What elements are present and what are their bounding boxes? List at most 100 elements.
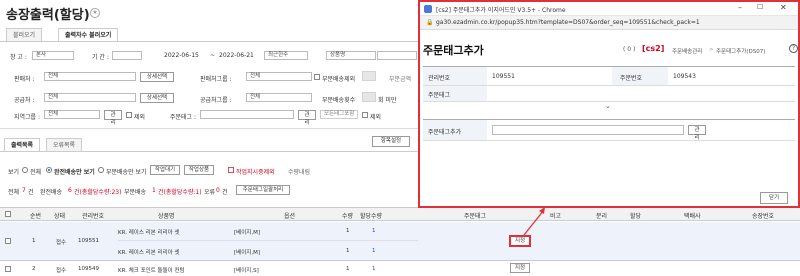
row-alloc-qty: 1 [372,266,376,272]
row-product-name: KR. 레이스 리본 리리아 셋 [118,230,180,236]
view-full-ship-radio[interactable] [46,167,52,173]
summary-full-ship-detail: 건(총할당수량:23) [74,189,122,196]
date-to[interactable]: 2022-06-21 [219,52,254,59]
item-settings-button[interactable]: 항목설정 [372,136,410,147]
row-checkbox[interactable] [5,238,11,244]
filter-divider [0,128,420,129]
row-divider [0,260,800,261]
row-option: [베이지,S] [234,268,259,274]
region-exclude-checkbox[interactable] [126,112,132,118]
popup-url: ga30.ezadmin.co.kr/popup35.htm?template=… [436,19,700,26]
th-order-tag: 주문태그 [464,213,487,220]
qty-order-select[interactable]: 수량내림 [288,167,310,176]
row-alloc-qty: 1 [372,248,376,254]
order-tag-input[interactable] [200,110,294,119]
region-manage-button[interactable]: 관리 [104,110,122,126]
work-pending-button[interactable]: 작업대기 [150,165,180,175]
minimize-icon[interactable]: – [738,3,742,12]
period-preset-select[interactable]: 최근한주 [264,51,308,60]
period-type-select[interactable] [112,51,142,60]
row-checkbox[interactable] [5,266,11,272]
summary-total-unit: 건 [28,189,34,196]
subtab-divider [0,151,420,152]
partial-ship-count-label: 부분배송횟수 [322,97,356,104]
order-no-label: 주문번호 [620,75,643,82]
supplier-group-select[interactable]: 전체 [246,93,312,102]
warehouse-select[interactable]: 본사 [32,51,74,60]
seller-detail-button[interactable]: 상세선택 [140,72,174,82]
popup-window-title: [cs2] 주문태그추가 이지어드민 V3.5+ - Chrome [436,7,566,14]
help-icon[interactable]: ? [789,44,798,53]
th-no: 순번 [30,213,42,220]
view-all-radio[interactable] [22,167,28,173]
th-courier: 택배사 [684,213,701,220]
select-all-checkbox[interactable] [5,211,11,217]
view-partial-ship-label: 부분배송만 보기 [106,169,147,176]
row-qty: 1 [346,248,350,254]
favorite-star-icon[interactable]: ★ [90,8,100,18]
summary-partial-ship-detail: 건(총할당수량:1) [158,189,202,196]
popup-heading: 주문태그추가 [423,44,484,57]
maximize-icon[interactable]: ☐ [757,3,763,11]
view-label: 보기 [8,169,20,176]
tag-manage-button[interactable]: 관리 [688,125,706,141]
partial-amount-label: 부분금액 [389,76,412,83]
tab-load-print-batch[interactable]: 출력차수 블러오기 [58,28,119,41]
th-status: 상태 [54,213,66,220]
row-no: 1 [32,238,36,244]
close-window-icon[interactable]: ✕ [780,3,787,12]
row-option: [베이지,M] [234,250,260,256]
summary-total-label: 전체 [8,189,20,196]
seller-select[interactable]: 전체 [44,72,136,81]
row-qty: 1 [346,228,350,234]
assign-tag-button[interactable]: 지정 [510,263,530,273]
tag-bulk-button[interactable]: 주문태그일괄처리 [236,185,290,195]
product-name-input[interactable] [377,51,417,60]
row-mgmt-no[interactable]: 109549 [78,266,99,272]
lock-icon: 🔒 [426,19,434,26]
region-exclude-label: 제외 [134,114,146,121]
tab-divider [0,41,420,42]
ship-instruct-exclude-checkbox[interactable] [228,167,234,173]
date-from[interactable]: 2022-06-15 [164,52,199,59]
ship-instruct-exclude-label: 작업지시중제외 [236,169,275,176]
th-mgmt-no: 관리번호 [82,213,105,220]
summary-error-unit: 건 [222,189,228,196]
work-item-button[interactable]: 작업상품 [184,165,214,175]
region-select[interactable]: 전체 [44,110,100,119]
tab-print-list[interactable]: 출력목록 [4,138,41,151]
order-tag-manage-button[interactable]: 관리 [298,110,316,126]
summary-total-count: 7 [22,187,26,194]
row-mgmt-no[interactable]: 109551 [78,238,99,244]
supplier-select[interactable]: 전체 [44,93,136,102]
date-sep: ~ [210,52,216,59]
product-name-select[interactable]: 상품명 [326,51,376,60]
add-tag-input[interactable] [492,125,684,135]
close-button[interactable]: 닫기 [760,192,788,204]
th-split: 분리 [596,213,608,220]
th-alloc: 할당 [630,213,642,220]
app-logo-icon [424,5,432,13]
tab-error-list[interactable]: 오류목록 [46,138,83,151]
view-partial-ship-radio[interactable] [98,167,104,173]
all-tags-select[interactable]: 모든태그포함 [320,110,358,119]
partial-ship-exclude-checkbox[interactable] [314,74,320,80]
tab-load[interactable]: 블러오기 [6,28,43,41]
summary-full-ship-label: 완전배송 [40,189,63,196]
add-tag-label: 주문태그추가 [428,129,462,136]
mgmt-no-label: 관리번호 [428,75,451,82]
times-below-label: 회 미만 [378,97,397,104]
popup-breadcrumb-sep: > [709,47,714,53]
table-header [0,207,800,221]
partial-ship-count-input[interactable] [362,92,376,102]
order-tag-label: 주문태그 [428,92,451,99]
expand-chevron-icon[interactable]: ⌄ [605,102,611,110]
order-tag-exclude-checkbox[interactable] [362,112,368,118]
seller-group-label: 판매처그룹 : [200,76,232,83]
order-tag-exclude-label: 제외 [370,114,382,121]
row-qty: 1 [346,266,350,272]
seller-group-select[interactable]: 전체 [246,72,312,81]
supplier-detail-button[interactable]: 상세선택 [140,93,174,103]
popup-breadcrumb-1: 주문배송관리 [672,49,703,55]
th-option: 옵션 [284,213,296,220]
